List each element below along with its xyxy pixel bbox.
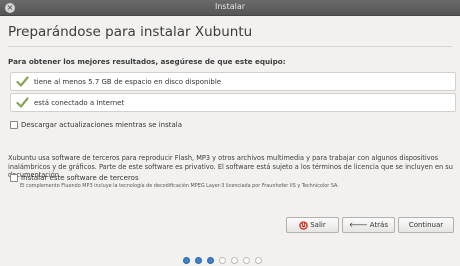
third-party-checkbox[interactable] — [10, 174, 18, 182]
check-icon — [16, 97, 29, 108]
window-title: Instalar — [214, 2, 246, 11]
back-label: Atrás — [369, 221, 388, 229]
progress-dot — [231, 257, 238, 264]
page-title: Preparándose para instalar Xubuntu — [8, 24, 253, 40]
progress-dot — [195, 257, 202, 264]
progress-dot — [255, 257, 262, 264]
requirement-disk-space: tiene al menos 5.7 GB de espacio en disc… — [10, 72, 456, 91]
arrow-left-icon: 🡐 — [348, 221, 368, 229]
progress-dot — [183, 257, 190, 264]
power-icon — [299, 220, 309, 230]
third-party-label[interactable]: Instalar este software de terceros — [21, 174, 139, 182]
continue-label: Continuar — [408, 221, 444, 229]
download-updates-label[interactable]: Descargar actualizaciones mientras se in… — [21, 121, 182, 129]
progress-dot — [207, 257, 214, 264]
quit-label: Salir — [310, 221, 326, 229]
fluendo-note: El complemento Fluendo MP3 incluye la te… — [20, 183, 339, 189]
check-icon — [16, 76, 29, 87]
installer-content: Preparándose para instalar Xubuntu Para … — [0, 16, 460, 266]
requirement-internet: está conectado a Internet — [10, 93, 456, 112]
heading-separator — [8, 46, 452, 47]
requirements-intro: Para obtener los mejores resultados, ase… — [8, 57, 286, 66]
download-updates-checkbox[interactable] — [10, 121, 18, 129]
requirement-label: está conectado a Internet — [34, 99, 125, 107]
continue-button[interactable]: Continuar — [398, 217, 454, 233]
progress-dot — [243, 257, 250, 264]
title-bar: × Instalar — [0, 0, 460, 16]
requirement-label: tiene al menos 5.7 GB de espacio en disc… — [34, 78, 222, 86]
quit-button[interactable]: Salir — [286, 217, 339, 233]
progress-dot — [219, 257, 226, 264]
back-button[interactable]: 🡐 Atrás — [342, 217, 395, 233]
